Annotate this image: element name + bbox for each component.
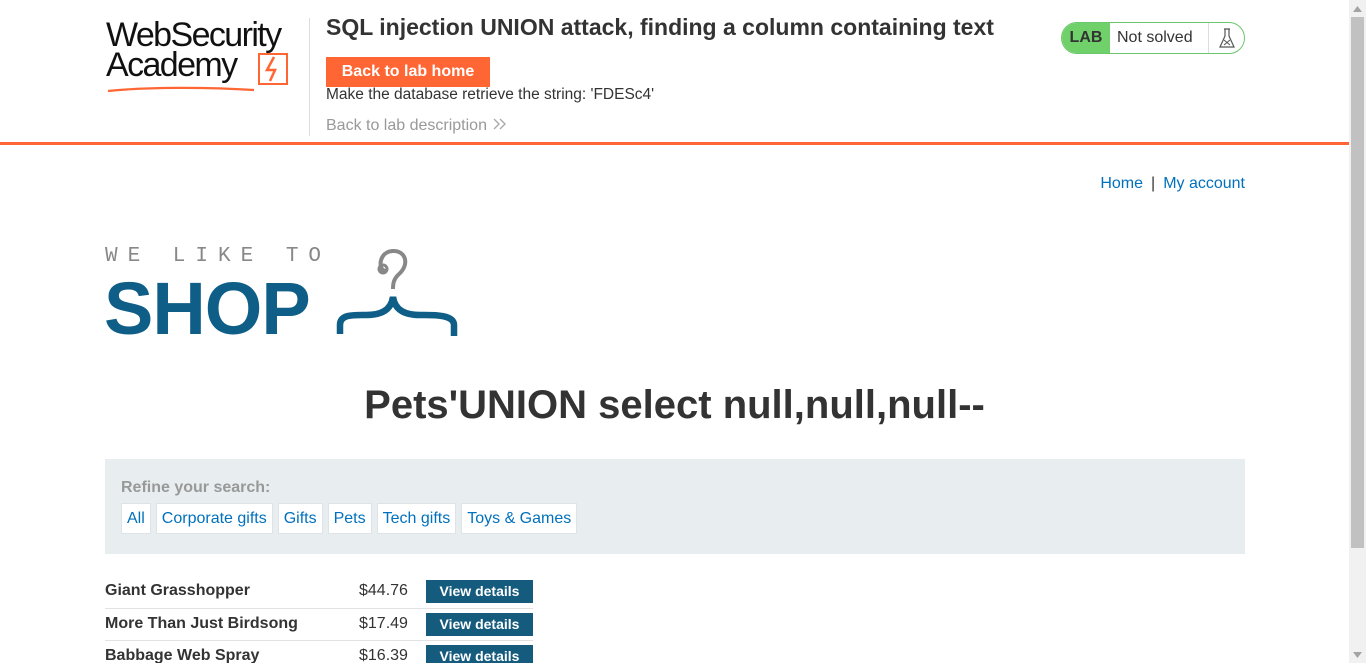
hanger-icon xyxy=(336,249,458,336)
double-chevron-right-icon xyxy=(493,117,507,134)
shop-logo-wordmark: SHOP xyxy=(104,267,311,350)
filter-label: Refine your search: xyxy=(121,479,271,496)
category-link-tech-gifts[interactable]: Tech gifts xyxy=(376,503,457,534)
product-name: Babbage Web Spray xyxy=(105,647,260,663)
lab-status-text: Not solved xyxy=(1117,29,1193,46)
lab-badge: LAB xyxy=(1062,23,1110,53)
product-table: Giant Grasshopper $44.76 View details Mo… xyxy=(105,576,533,663)
scroll-up-arrow-icon[interactable] xyxy=(1349,0,1366,17)
back-to-lab-description-link[interactable]: Back to lab description xyxy=(326,117,507,135)
flask-icon xyxy=(1208,23,1244,53)
back-to-lab-description-label: Back to lab description xyxy=(326,117,487,134)
search-results-heading: Pets'UNION select null,null,null-- xyxy=(364,383,985,427)
product-row: Babbage Web Spray $16.39 View details xyxy=(105,641,533,663)
view-details-button[interactable]: View details xyxy=(426,645,533,663)
logo-bolt-icon xyxy=(258,53,288,85)
my-account-link[interactable]: My account xyxy=(1163,175,1245,192)
header-divider xyxy=(309,18,310,136)
filter-section: Refine your search: All Corporate gifts … xyxy=(105,459,1245,554)
home-link[interactable]: Home xyxy=(1100,175,1143,192)
category-link-corporate-gifts[interactable]: Corporate gifts xyxy=(155,503,273,534)
product-price: $44.76 xyxy=(359,582,408,599)
web-security-academy-logo[interactable]: WebSecurity Academy xyxy=(106,18,306,95)
product-price: $16.39 xyxy=(359,647,408,663)
scroll-down-arrow-icon[interactable] xyxy=(1349,646,1366,663)
view-details-button[interactable]: View details xyxy=(426,612,533,636)
top-navigation: Home | My account xyxy=(1100,175,1245,193)
product-row: More Than Just Birdsong $17.49 View deta… xyxy=(105,609,533,641)
lab-title: SQL injection UNION attack, finding a co… xyxy=(326,14,994,40)
view-details-button[interactable]: View details xyxy=(426,580,533,603)
lab-objective: Make the database retrieve the string: '… xyxy=(326,86,655,103)
back-to-lab-home-button[interactable]: Back to lab home xyxy=(326,57,490,87)
product-row: Giant Grasshopper $44.76 View details xyxy=(105,576,533,609)
product-price: $17.49 xyxy=(359,614,408,632)
lab-status-widget: LAB Not solved xyxy=(1061,22,1245,54)
lab-header: WebSecurity Academy SQL injection UNION … xyxy=(0,0,1349,145)
category-link-toys-games[interactable]: Toys & Games xyxy=(461,503,578,534)
nav-separator: | xyxy=(1151,175,1156,192)
category-filter-list: All Corporate gifts Gifts Pets Tech gift… xyxy=(121,503,578,534)
product-name: Giant Grasshopper xyxy=(105,582,250,599)
vertical-scrollbar[interactable] xyxy=(1349,0,1366,663)
scrollbar-thumb[interactable] xyxy=(1351,17,1364,548)
shop-logo: WE LIKE TO SHOP xyxy=(104,243,464,349)
category-link-all[interactable]: All xyxy=(121,503,151,534)
category-link-gifts[interactable]: Gifts xyxy=(277,503,323,534)
product-name: More Than Just Birdsong xyxy=(105,614,298,632)
logo-underline-icon xyxy=(107,86,255,93)
shop-logo-tagline: WE LIKE TO xyxy=(105,245,332,268)
category-link-pets[interactable]: Pets xyxy=(327,503,372,534)
